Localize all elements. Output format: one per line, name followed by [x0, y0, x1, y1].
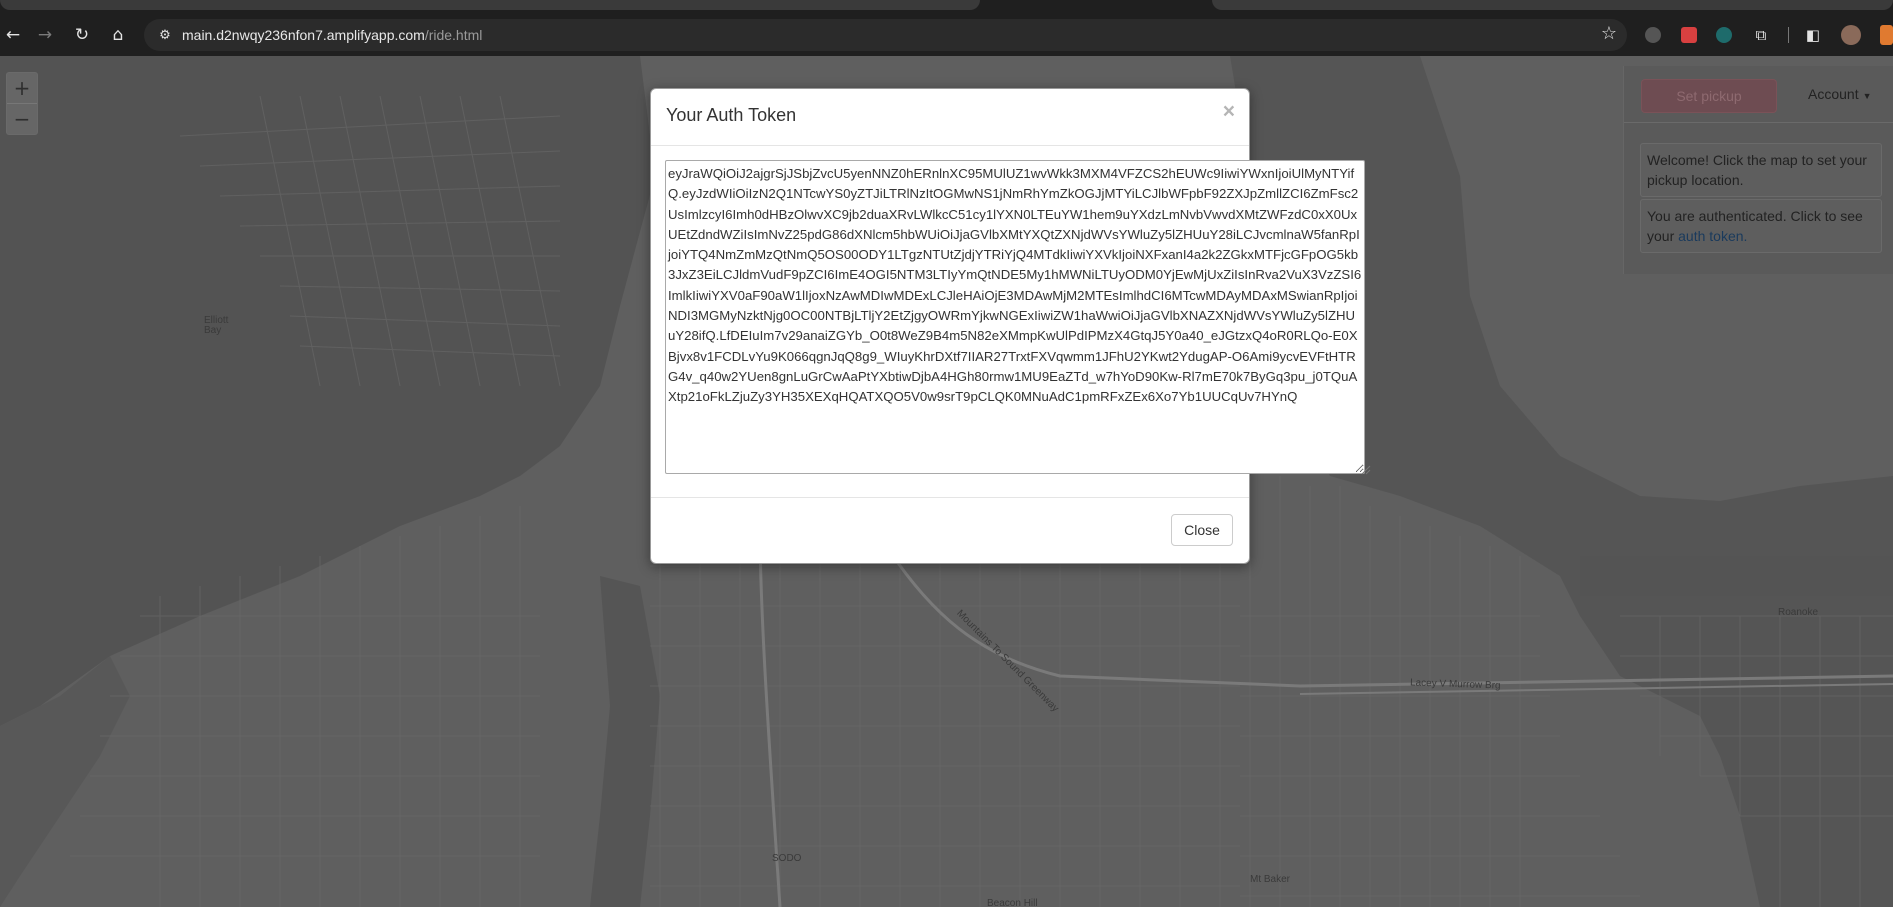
- extension-icon[interactable]: [1645, 27, 1661, 43]
- reload-icon[interactable]: ↻: [69, 22, 95, 48]
- tab-strip: [0, 0, 1893, 14]
- side-panel-icon[interactable]: ◧: [1800, 22, 1826, 48]
- star-icon[interactable]: ☆: [1601, 23, 1617, 44]
- address-bar[interactable]: ⚙ main.d2nwqy236nfon7.amplifyapp.com/rid…: [144, 19, 1627, 51]
- browser-toolbar: ← → ↻ ⌂ ⚙ main.d2nwqy236nfon7.amplifyapp…: [0, 14, 1893, 56]
- extension-icon[interactable]: [1716, 27, 1732, 43]
- auth-token-modal: Your Auth Token × Close eyJraWQiOiJ2ajgr…: [650, 88, 1365, 564]
- forward-arrow-icon[interactable]: →: [32, 22, 58, 48]
- auth-token-textarea[interactable]: eyJraWQiOiJ2ajgrSjJSbjZvcU5yenNNZ0hERnln…: [665, 160, 1365, 474]
- url-path: /ride.html: [424, 27, 483, 43]
- address-url[interactable]: main.d2nwqy236nfon7.amplifyapp.com/ride.…: [182, 27, 482, 43]
- modal-footer: Close: [651, 497, 1249, 564]
- browser-tab[interactable]: [0, 0, 980, 10]
- puzzle-icon[interactable]: ⧉: [1748, 22, 1774, 48]
- profile-avatar-icon[interactable]: [1841, 25, 1861, 45]
- browser-tab[interactable]: [1212, 0, 1893, 10]
- toolbar-divider: [1788, 27, 1789, 43]
- modal-header: Your Auth Token ×: [651, 89, 1249, 146]
- modal-title: Your Auth Token: [666, 105, 797, 125]
- url-host: main.d2nwqy236nfon7.amplifyapp.com: [182, 27, 425, 43]
- extension-icon[interactable]: [1681, 27, 1697, 43]
- close-button[interactable]: Close: [1171, 514, 1233, 546]
- resize-grip-icon[interactable]: [1359, 463, 1371, 475]
- close-icon[interactable]: ×: [1223, 100, 1235, 124]
- back-arrow-icon[interactable]: ←: [0, 22, 26, 48]
- extension-icon[interactable]: [1880, 25, 1893, 45]
- site-info-icon[interactable]: ⚙: [152, 22, 178, 48]
- home-icon[interactable]: ⌂: [105, 22, 131, 48]
